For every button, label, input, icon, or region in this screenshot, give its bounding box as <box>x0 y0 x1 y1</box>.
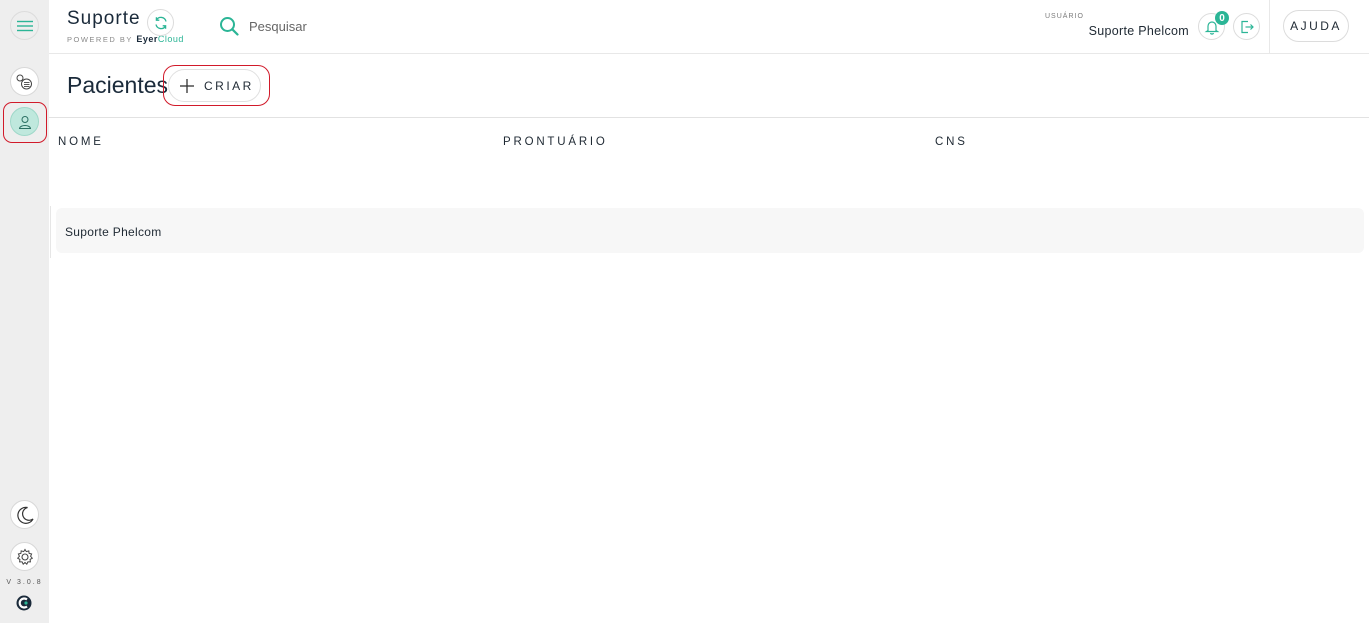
brand-title: Suporte <box>67 8 141 29</box>
sync-icon <box>154 16 167 29</box>
user-name: Suporte Phelcom <box>1088 24 1189 38</box>
create-patient-button[interactable]: CRIAR <box>168 69 261 102</box>
exams-list-icon <box>16 74 32 89</box>
user-caption: USUÁRIO <box>1045 13 1084 20</box>
column-header-prontuario[interactable]: PRONTUÁRIO <box>503 136 608 148</box>
phelcom-logo-icon <box>16 595 32 611</box>
theme-toggle-button[interactable] <box>10 500 39 529</box>
create-button-label: CRIAR <box>204 78 254 93</box>
gear-icon <box>16 548 33 565</box>
sidebar: V 3.0.8 <box>0 0 49 623</box>
search-icon[interactable] <box>219 16 239 36</box>
search-input[interactable] <box>249 15 549 37</box>
logout-button[interactable] <box>1233 13 1260 40</box>
brand-powered-by: POWERED BY EyerCloud <box>67 34 184 44</box>
powered-by-text: POWERED BY <box>67 35 133 44</box>
settings-button[interactable] <box>10 542 39 571</box>
moon-icon <box>16 506 34 524</box>
patient-icon <box>18 115 31 129</box>
sidebar-item-patients[interactable] <box>10 107 39 136</box>
table-row[interactable]: Suporte Phelcom <box>56 208 1364 253</box>
version-label: V 3.0.8 <box>6 579 43 586</box>
menu-toggle-button[interactable] <box>10 11 39 40</box>
plus-icon <box>179 78 195 94</box>
help-button[interactable]: AJUDA <box>1283 10 1349 42</box>
notifications-badge: 0 <box>1215 11 1229 25</box>
cell-nome: Suporte Phelcom <box>65 225 162 239</box>
header-separator <box>1269 0 1270 54</box>
row-edge-line <box>50 206 51 258</box>
title-divider <box>49 117 1369 118</box>
app-root: V 3.0.8 Suporte POWERED BY EyerCloud US <box>0 0 1369 623</box>
column-header-nome[interactable]: NOME <box>58 136 104 148</box>
brand-eyer-text: Eyer <box>136 34 158 44</box>
sidebar-item-exams[interactable] <box>10 67 39 96</box>
sync-button[interactable] <box>147 9 174 36</box>
top-header: Suporte POWERED BY EyerCloud USUÁRIO Sup… <box>49 0 1369 54</box>
hamburger-icon <box>16 20 33 31</box>
page-title: Pacientes <box>67 72 169 98</box>
column-header-cns[interactable]: CNS <box>935 136 968 148</box>
logout-icon <box>1240 20 1254 33</box>
